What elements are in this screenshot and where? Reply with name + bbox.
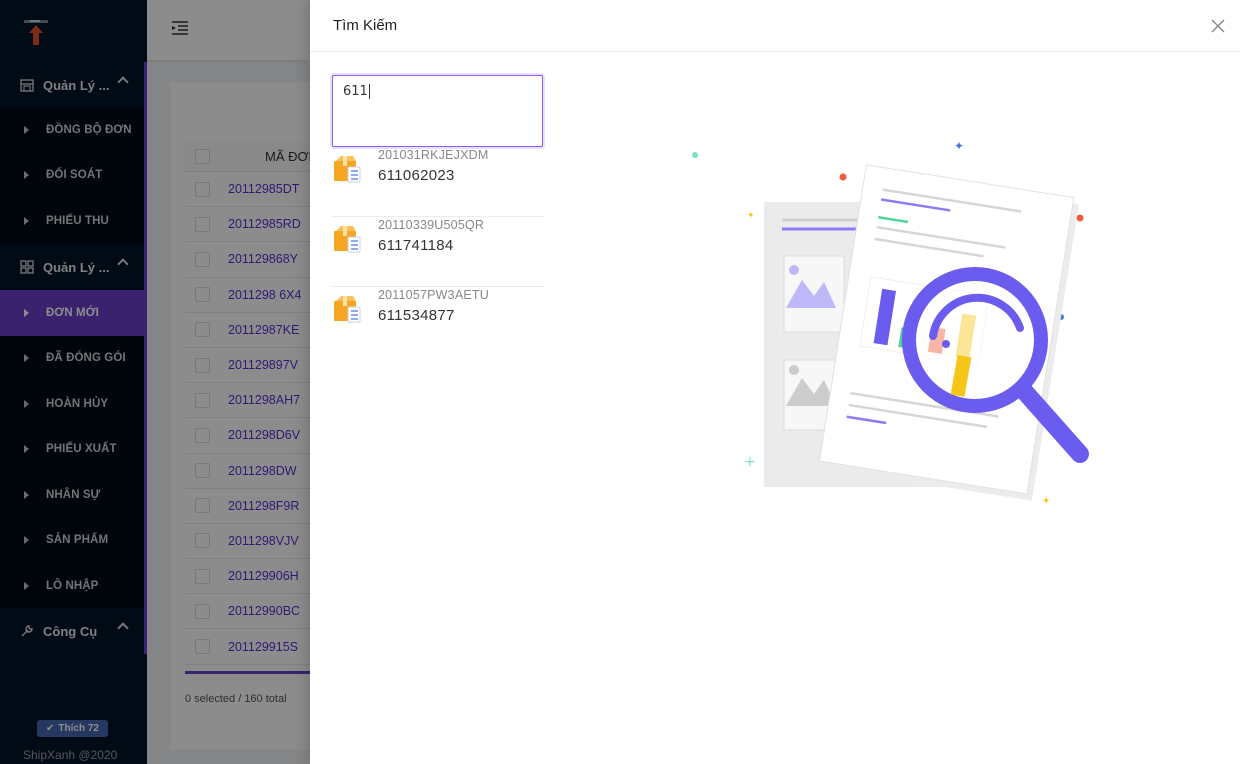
copyright: ShipXanh @2020: [23, 748, 118, 762]
menu-item-nhan-su[interactable]: NHÂN SỰ: [0, 472, 147, 518]
search-illustration: ✦ ✦ ✦ +: [692, 140, 1089, 507]
search-value: 611: [343, 84, 368, 99]
menu-group-cong-cu[interactable]: Công Cụ: [0, 608, 147, 654]
menu-item-label: PHIẾU XUẤT: [46, 443, 117, 456]
sidebar: Quản Lý ... ĐỒNG BỘ ĐƠN ĐỐI SOÁT PHIẾU T…: [0, 0, 147, 764]
search-textarea[interactable]: 611: [332, 75, 543, 147]
store-icon: [20, 79, 34, 92]
menu-item-label: ĐÃ ĐÓNG GÓI: [46, 352, 126, 365]
check-icon: ✔: [46, 723, 55, 734]
svg-text:✦: ✦: [954, 140, 964, 153]
logo-icon: [24, 20, 48, 45]
result-number: 611062023: [378, 167, 455, 184]
chevron-up-icon: [117, 76, 129, 88]
menu-item-dong-bo-don[interactable]: ĐỒNG BỘ ĐƠN: [0, 107, 147, 153]
grid-icon: [20, 260, 34, 274]
caret-right-icon: [24, 216, 29, 225]
wrench-icon: [21, 625, 33, 637]
search-drawer: Tìm Kiếm 611 201031RKJEJXDM 611062023 20…: [310, 0, 1240, 764]
drawer-title: Tìm Kiếm: [333, 17, 398, 34]
menu-item-phieu-xuat[interactable]: PHIẾU XUẤT: [0, 427, 147, 473]
caret-right-icon: [24, 581, 29, 590]
caret-right-icon: [24, 125, 29, 134]
menu-item-san-pham[interactable]: SẢN PHẨM: [0, 518, 147, 564]
svg-text:✦: ✦: [1042, 496, 1050, 507]
result-code: 20110339U505QR: [378, 218, 485, 232]
drawer-header: Tìm Kiếm: [310, 0, 1240, 52]
caret-right-icon: [24, 399, 29, 408]
package-icon: [334, 296, 361, 323]
submenu-quan-ly-1: ĐỒNG BỘ ĐƠN ĐỐI SOÁT PHIẾU THU: [0, 107, 147, 244]
like-label: Thích 72: [58, 723, 99, 734]
result-code: 201031RKJEJXDM: [378, 148, 489, 162]
package-icon: [334, 156, 361, 183]
menu-group-label: Quản Lý ...: [43, 77, 110, 93]
menu-item-label: LÔ NHẬP: [46, 579, 99, 592]
package-icon: [334, 226, 361, 253]
menu-group-label: Công Cụ: [43, 623, 98, 639]
chevron-up-icon: [117, 622, 129, 634]
menu-item-label: SẢN PHẨM: [46, 534, 109, 547]
menu-item-phieu-thu[interactable]: PHIẾU THU: [0, 198, 147, 244]
caret-right-icon: [24, 445, 29, 454]
caret-right-icon: [24, 490, 29, 499]
svg-text:+: +: [744, 454, 756, 470]
menu-item-label: NHÂN SỰ: [46, 488, 101, 501]
menu-item-label: ĐỐI SOÁT: [46, 169, 103, 182]
menu-group-quan-ly-1[interactable]: Quản Lý ...: [0, 62, 147, 108]
submenu-quan-ly-2: ĐƠN MỚI ĐÃ ĐÓNG GÓI HOÀN HỦY PHIẾU XUẤT …: [0, 290, 147, 609]
caret-right-icon: [24, 354, 29, 363]
text-cursor: [368, 84, 370, 99]
menu-item-label: PHIẾU THU: [46, 214, 109, 227]
svg-text:✦: ✦: [747, 211, 755, 221]
search-result-item[interactable]: 201031RKJEJXDM 611062023: [332, 147, 544, 217]
caret-right-icon: [24, 171, 29, 180]
result-number: 611741184: [378, 237, 454, 254]
caret-right-icon: [24, 536, 29, 545]
like-button[interactable]: ✔ Thích 72: [37, 720, 108, 737]
menu-item-label: ĐỒNG BỘ ĐƠN: [46, 123, 132, 136]
menu-group-label: Quản Lý ...: [43, 259, 110, 275]
menu-item-hoan-huy[interactable]: HOÀN HỦY: [0, 381, 147, 427]
close-icon[interactable]: [1210, 18, 1226, 34]
drawer-mask[interactable]: [147, 0, 310, 764]
caret-right-icon: [24, 308, 29, 317]
chevron-up-icon: [117, 258, 129, 270]
result-number: 611534877: [378, 307, 455, 324]
search-result-item[interactable]: 2011057PW3AETU 611534877: [332, 287, 544, 357]
menu-item-label: HOÀN HỦY: [46, 397, 109, 410]
menu-item-lo-nhap[interactable]: LÔ NHẬP: [0, 563, 147, 609]
menu-group-quan-ly-2[interactable]: Quản Lý ...: [0, 244, 147, 290]
result-code: 2011057PW3AETU: [378, 288, 489, 302]
menu-item-doi-soat[interactable]: ĐỐI SOÁT: [0, 153, 147, 199]
search-result-item[interactable]: 20110339U505QR 611741184: [332, 217, 544, 287]
menu-item-label: ĐƠN MỚI: [46, 306, 99, 319]
menu-item-da-dong-goi[interactable]: ĐÃ ĐÓNG GÓI: [0, 336, 147, 382]
menu-item-don-moi[interactable]: ĐƠN MỚI: [0, 290, 147, 336]
